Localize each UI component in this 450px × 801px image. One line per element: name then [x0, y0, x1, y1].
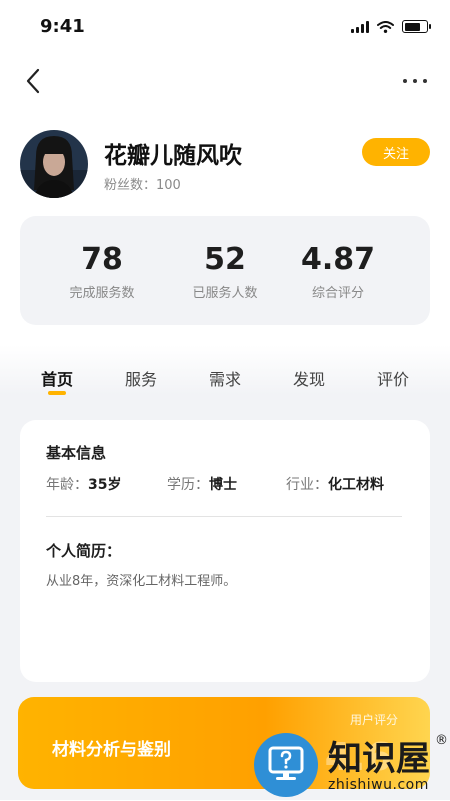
tab-reviews[interactable]: 评价 [377, 366, 409, 390]
back-button[interactable] [18, 64, 52, 98]
wifi-icon [377, 20, 394, 33]
stats-card: 78 完成服务数 52 已服务人数 4.87 综合评分 [20, 216, 430, 325]
status-time: 9:41 [40, 16, 85, 37]
follow-button[interactable]: 关注 [362, 138, 430, 166]
stat-completed-services: 78 完成服务数 [34, 242, 170, 301]
info-value: 化工材料 [328, 477, 384, 493]
status-icons [351, 20, 431, 33]
stat-value: 4.87 [300, 242, 376, 277]
tab-active-indicator [48, 391, 66, 395]
battery-icon [402, 20, 431, 33]
watermark-registered-mark: ® [435, 733, 448, 748]
tab-services[interactable]: 服务 [125, 366, 157, 390]
stat-label: 完成服务数 [69, 286, 135, 301]
divider [46, 516, 402, 517]
stat-label: 综合评分 [311, 286, 364, 301]
rating-label: 用户评分 [349, 713, 398, 727]
resume-title: 个人简历： [46, 542, 122, 560]
battery-level [404, 22, 420, 31]
watermark: 知识屋 ® zhishiwu.com [254, 727, 450, 800]
info-age: 年龄：35岁 [46, 474, 121, 494]
chevron-left-icon [26, 68, 40, 94]
watermark-logo [254, 733, 318, 797]
info-education: 学历：博士 [167, 474, 237, 494]
service-title: 材料分析与鉴别 [52, 740, 171, 760]
fans-count: 粉丝数：100 [104, 178, 181, 193]
profile-name: 花瓣儿随风吹 [104, 143, 242, 169]
stat-value: 78 [81, 242, 123, 277]
info-key: 学历： [167, 477, 209, 493]
tab-demands[interactable]: 需求 [209, 366, 241, 390]
basic-info-title: 基本信息 [46, 444, 107, 462]
avatar-image [20, 130, 88, 198]
tab-home[interactable]: 首页 [41, 366, 73, 390]
avatar[interactable] [20, 130, 88, 198]
info-key: 年龄： [46, 477, 88, 493]
watermark-title: 知识屋 [328, 739, 430, 779]
stat-overall-rating: 4.87 综合评分 [270, 242, 406, 301]
tab-bar: 首页 服务 需求 发现 评价 [0, 358, 450, 400]
more-button[interactable] [398, 64, 432, 98]
resume-text: 从业8年，资深化工材料工程师。 [46, 574, 237, 589]
profile-header: 花瓣儿随风吹 粉丝数：100 关注 [20, 130, 430, 202]
watermark-url: zhishiwu.com [328, 777, 429, 793]
cellular-signal-icon [351, 20, 369, 33]
info-value: 博士 [209, 477, 237, 493]
top-nav [0, 56, 450, 106]
info-card: 基本信息 年龄：35岁 学历：博士 行业：化工材料 个人简历： 从业8年，资深化… [20, 420, 430, 682]
help-monitor-icon [268, 746, 304, 780]
info-industry: 行业：化工材料 [286, 474, 384, 494]
more-horizontal-icon [403, 79, 427, 83]
info-value: 35岁 [88, 477, 122, 493]
info-key: 行业： [286, 477, 328, 493]
tab-discover[interactable]: 发现 [293, 366, 325, 390]
status-bar: 9:41 [0, 0, 450, 56]
